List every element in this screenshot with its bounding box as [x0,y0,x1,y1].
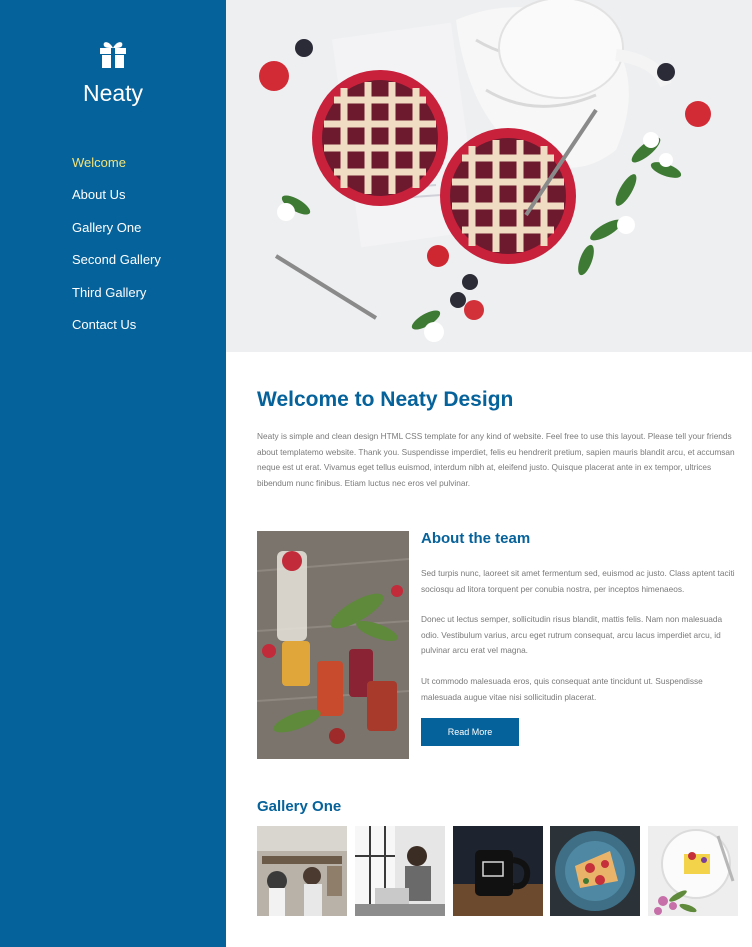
read-more-button[interactable]: Read More [421,718,519,746]
gallery-thumb-black-mug[interactable] [453,826,543,916]
gallery-title: Gallery One [257,798,342,815]
gallery-thumb-woman-at-laptop[interactable] [355,826,445,916]
main-nav: Welcome About Us Gallery One Second Gall… [72,153,161,347]
gift-icon [100,42,126,68]
gallery-thumb-cafe-interior[interactable] [257,826,347,916]
welcome-text: Neaty is simple and clean design HTML CS… [257,431,735,489]
nav-item-welcome[interactable]: Welcome [72,153,161,185]
about-photo [257,531,409,759]
sidebar: Neaty Welcome About Us Gallery One Secon… [0,0,226,947]
nav-item-third-gallery[interactable]: Third Gallery [72,283,161,315]
brand-name: Neaty [82,80,144,106]
nav-item-second-gallery[interactable]: Second Gallery [72,250,161,282]
about-title: About the team [421,530,531,547]
hero-image [226,0,752,352]
nav-item-contact-us[interactable]: Contact Us [72,315,161,347]
brand[interactable]: Neaty [0,40,226,107]
about-paragraph-1: Sed turpis nunc, laoreet sit amet fermen… [421,568,735,594]
about-paragraph-3: Ut commodo malesuada eros, quis consequa… [421,676,703,702]
nav-item-gallery-one[interactable]: Gallery One [72,218,161,250]
about-paragraph-2: Donec ut lectus semper, sollicitudin ris… [421,614,723,655]
nav-item-about-us[interactable]: About Us [72,185,161,217]
welcome-title: Welcome to Neaty Design [257,388,514,411]
gallery-thumb-dessert-plate[interactable] [648,826,738,916]
gallery-thumb-pizza-plate[interactable] [550,826,640,916]
